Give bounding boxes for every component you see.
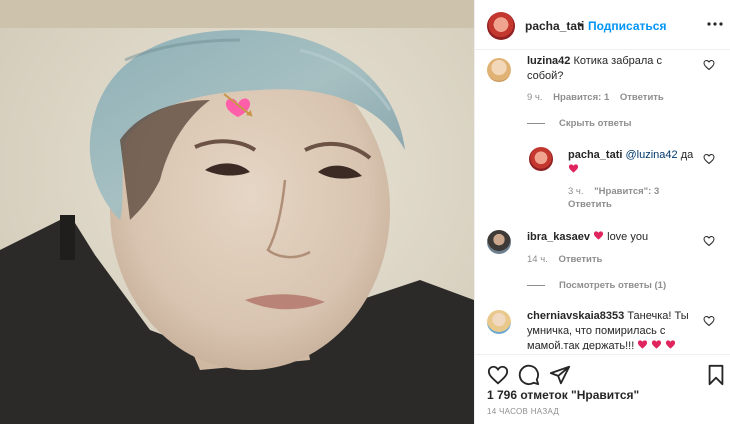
replies-divider [527, 284, 545, 286]
red-heart-emoji-icon [652, 340, 662, 349]
commenter-avatar[interactable] [487, 58, 511, 82]
author-avatar[interactable] [487, 12, 515, 40]
reply-button[interactable]: Ответить [620, 92, 664, 103]
follow-button[interactable]: Подписаться [588, 19, 666, 33]
comment-time[interactable]: 14 ч. [527, 254, 548, 265]
comment-like-icon[interactable] [703, 59, 715, 71]
reply-time[interactable]: 3 ч. [568, 186, 584, 197]
comment-meta: 9 ч. Нравится: 1 Ответить [527, 92, 664, 103]
reply-mention[interactable]: @luzina42 [625, 149, 677, 161]
likes-count[interactable]: 1 796 отметок "Нравится" [487, 388, 639, 402]
selfie-image [0, 0, 474, 424]
view-replies-label: Посмотреть ответы (1) [559, 280, 667, 291]
comment-like-count[interactable]: Нравится: 1 [553, 92, 609, 103]
comment-username[interactable]: cherniavskaia8353 [527, 310, 624, 322]
reply-like-count[interactable]: "Нравится": 3 [594, 186, 659, 197]
share-icon[interactable] [549, 364, 571, 386]
reply-like-icon[interactable] [703, 153, 715, 165]
red-heart-emoji-icon [638, 340, 648, 349]
comment-body: ibra_kasaev love you [527, 230, 697, 245]
reply-body: pacha_tati @luzina42 да [568, 148, 698, 178]
post-header: pacha_tati • Подписаться [475, 0, 730, 50]
separator-dot: • [579, 18, 584, 32]
comment-username[interactable]: ibra_kasaev [527, 231, 590, 243]
comment-username[interactable]: luzina42 [527, 55, 570, 67]
reply-button[interactable]: Ответить [558, 254, 602, 265]
red-heart-emoji-icon [666, 340, 676, 349]
view-replies-button[interactable]: Посмотреть ответы (1) [527, 280, 666, 291]
comment-body: cherniavskaia8353 Танечка! Ты умничка, ч… [527, 309, 699, 350]
red-heart-emoji-icon [593, 231, 604, 240]
replies-divider [527, 122, 545, 124]
post-timestamp[interactable]: 14 ЧАСОВ НАЗАД [487, 407, 559, 416]
reply-username[interactable]: pacha_tati [568, 149, 622, 161]
bookmark-icon[interactable] [705, 364, 727, 386]
reply-reply-button[interactable]: Ответить [568, 199, 612, 210]
commenter-avatar[interactable] [487, 310, 511, 334]
comment-body: luzina42 Котика забрала с собой? [527, 54, 697, 84]
reply-meta: 3 ч. "Нравится": 3 Ответить [568, 185, 698, 211]
post-sidebar: pacha_tati • Подписаться luzina42 Котика… [474, 0, 730, 424]
reply-text: да [680, 149, 694, 161]
comment-meta: 14 ч. Ответить [527, 254, 602, 265]
comment-like-icon[interactable] [703, 235, 715, 247]
more-options-icon[interactable] [707, 13, 723, 35]
commenter-avatar[interactable] [487, 230, 511, 254]
reply-avatar[interactable] [529, 147, 553, 171]
comment-icon[interactable] [518, 364, 540, 386]
post-photo[interactable] [0, 0, 474, 424]
comment-like-icon[interactable] [703, 315, 715, 327]
comment-time[interactable]: 9 ч. [527, 92, 543, 103]
comments-list: luzina42 Котика забрала с собой? 9 ч. Нр… [475, 50, 730, 350]
red-heart-emoji-icon [568, 164, 579, 173]
hide-replies-button[interactable]: Скрыть ответы [527, 118, 632, 129]
author-username[interactable]: pacha_tati [525, 19, 584, 33]
like-icon[interactable] [487, 364, 509, 386]
comment-text: love you [607, 231, 649, 243]
hide-replies-label: Скрыть ответы [559, 118, 632, 129]
